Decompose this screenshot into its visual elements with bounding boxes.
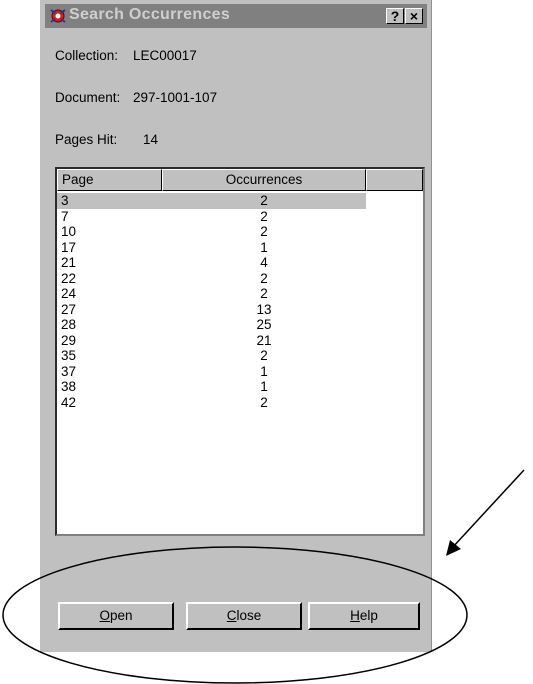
pointer-arrow-head — [446, 540, 461, 556]
pointer-arrow-line — [451, 469, 525, 549]
highlight-ellipse — [2, 546, 468, 684]
annotation-overlay — [2, 469, 525, 684]
